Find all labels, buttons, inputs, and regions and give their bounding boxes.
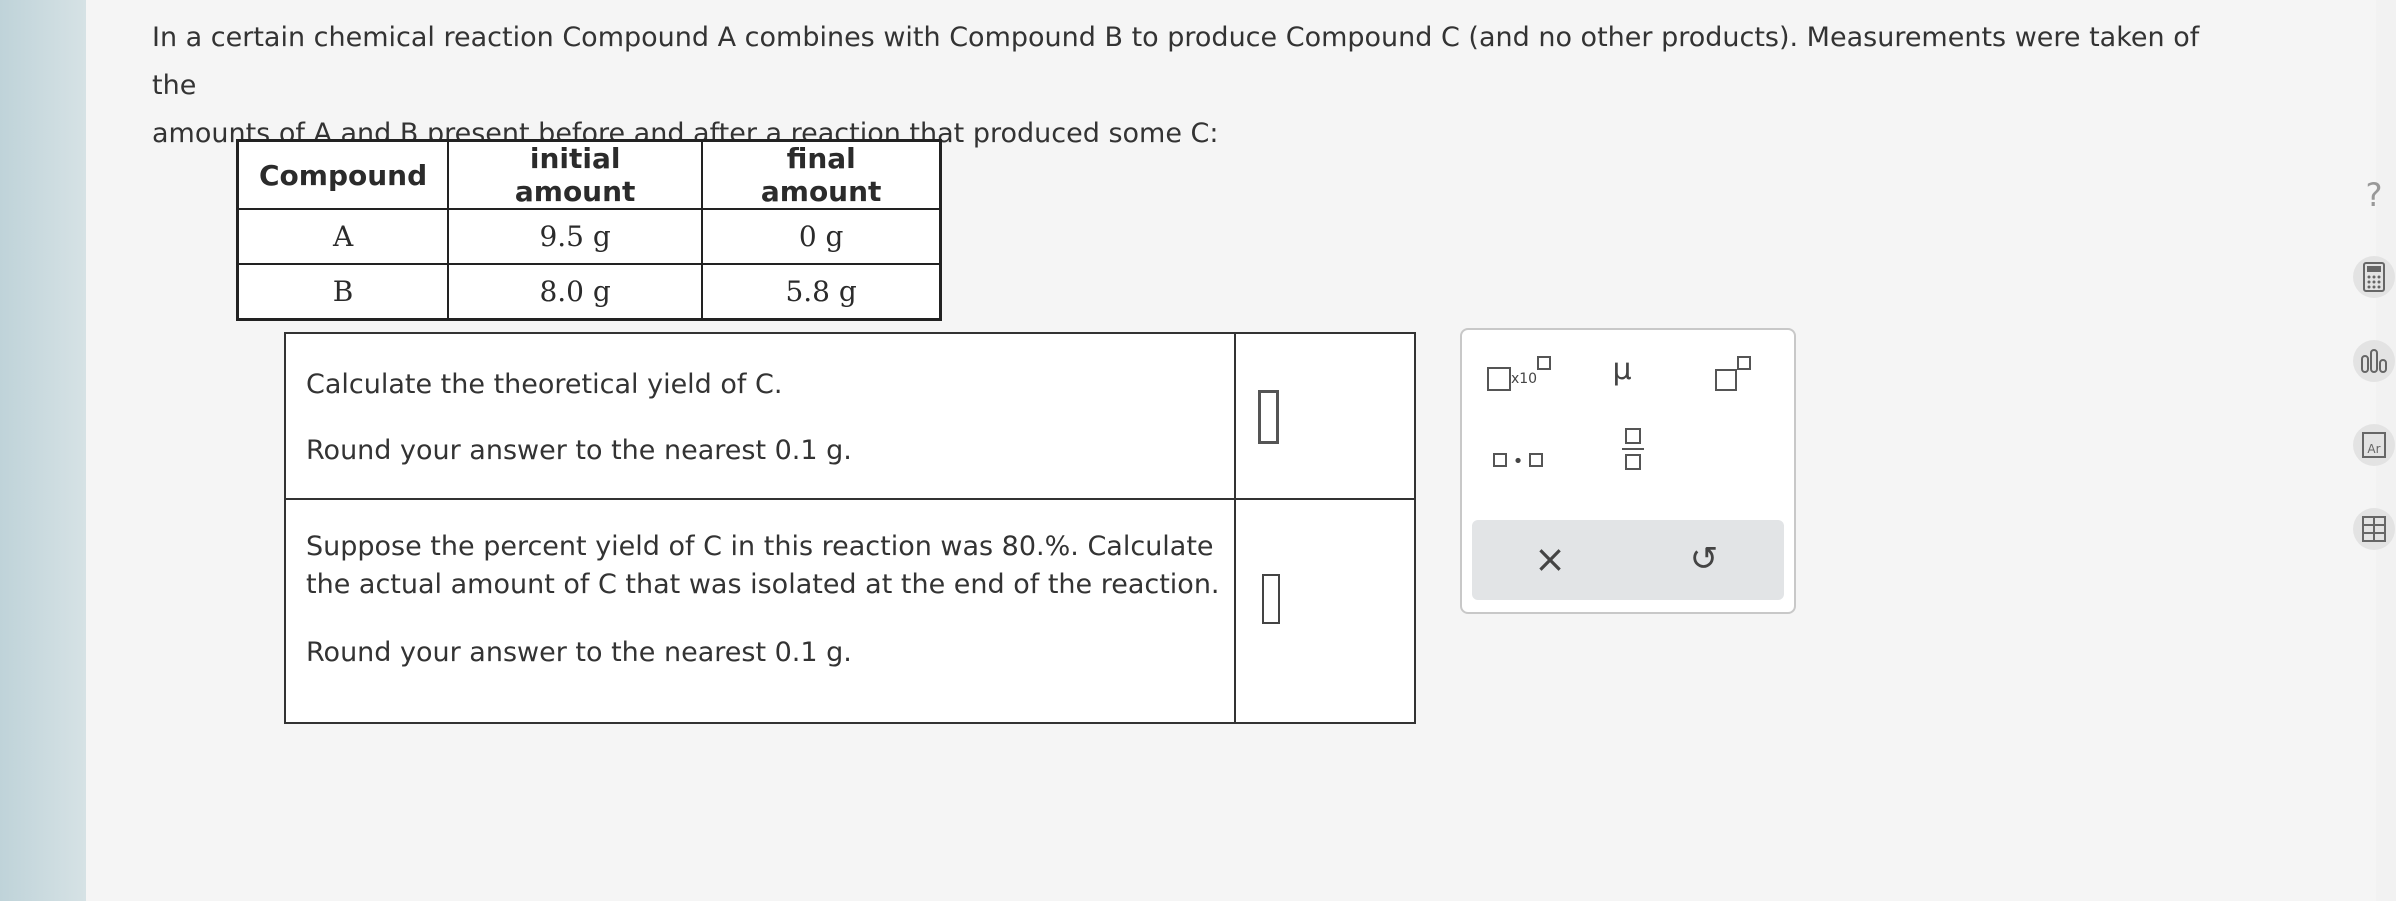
- multiply-dot-button[interactable]: •: [1488, 440, 1548, 480]
- table-cell: B: [236, 263, 450, 321]
- scientific-notation-button[interactable]: x10: [1484, 356, 1554, 396]
- math-input-palette: x10 μ • × ↺: [1460, 328, 1796, 614]
- column-divider: [1234, 334, 1236, 498]
- table-row: B 8.0 g 5.8 g: [236, 263, 943, 321]
- header-final-amount: final amount: [701, 139, 943, 210]
- periodic-table-icon[interactable]: [2353, 508, 2395, 550]
- header-compound: Compound: [236, 139, 450, 210]
- fraction-button[interactable]: [1618, 428, 1648, 484]
- table-cell: 0 g: [701, 208, 943, 265]
- svg-text:Ar: Ar: [2367, 442, 2380, 456]
- table-row: A 9.5 g 0 g: [236, 208, 943, 265]
- palette-actions-bar: × ↺: [1472, 520, 1784, 600]
- header-initial-amount: initial amount: [447, 139, 704, 210]
- question-2-prompt-line-2: the actual amount of C that was isolated…: [306, 569, 1220, 600]
- mu-button[interactable]: μ: [1602, 352, 1642, 392]
- question-2-prompt-line-1: Suppose the percent yield of C in this r…: [306, 531, 1214, 562]
- question-box: Calculate the theoretical yield of C. Ro…: [284, 332, 1416, 724]
- question-row-actual-amount: Suppose the percent yield of C in this r…: [286, 498, 1414, 724]
- periodic-element-icon[interactable]: Ar: [2353, 424, 2395, 466]
- undo-button[interactable]: ↺: [1684, 536, 1724, 582]
- column-divider: [1234, 498, 1236, 724]
- table-cell: 9.5 g: [447, 208, 704, 265]
- table-cell: 8.0 g: [447, 263, 704, 321]
- question-row-theoretical-yield: Calculate the theoretical yield of C. Ro…: [286, 334, 1414, 500]
- question-2-rounding: Round your answer to the nearest 0.1 g.: [306, 637, 852, 668]
- intro-line-1: In a certain chemical reaction Compound …: [152, 22, 2200, 101]
- table-cell: 5.8 g: [701, 263, 943, 321]
- x10-label: x10: [1510, 371, 1538, 387]
- left-edge-bar: [0, 0, 86, 901]
- clear-button[interactable]: ×: [1530, 536, 1570, 582]
- problem-intro: In a certain chemical reaction Compound …: [152, 14, 2232, 158]
- actual-amount-answer-input[interactable]: [1262, 574, 1280, 624]
- table-header-row: Compound initial amount final amount: [236, 139, 943, 210]
- superscript-button[interactable]: [1708, 356, 1758, 396]
- question-1-rounding: Round your answer to the nearest 0.1 g.: [306, 435, 852, 466]
- data-chart-icon[interactable]: [2353, 340, 2395, 382]
- measurements-table: Compound initial amount final amount A 9…: [236, 139, 943, 321]
- question-1-prompt: Calculate the theoretical yield of C.: [306, 369, 783, 400]
- table-cell: A: [236, 208, 450, 265]
- calculator-icon[interactable]: [2353, 256, 2395, 298]
- theoretical-yield-answer-input[interactable]: [1258, 390, 1279, 444]
- help-button[interactable]: ?: [2353, 174, 2395, 216]
